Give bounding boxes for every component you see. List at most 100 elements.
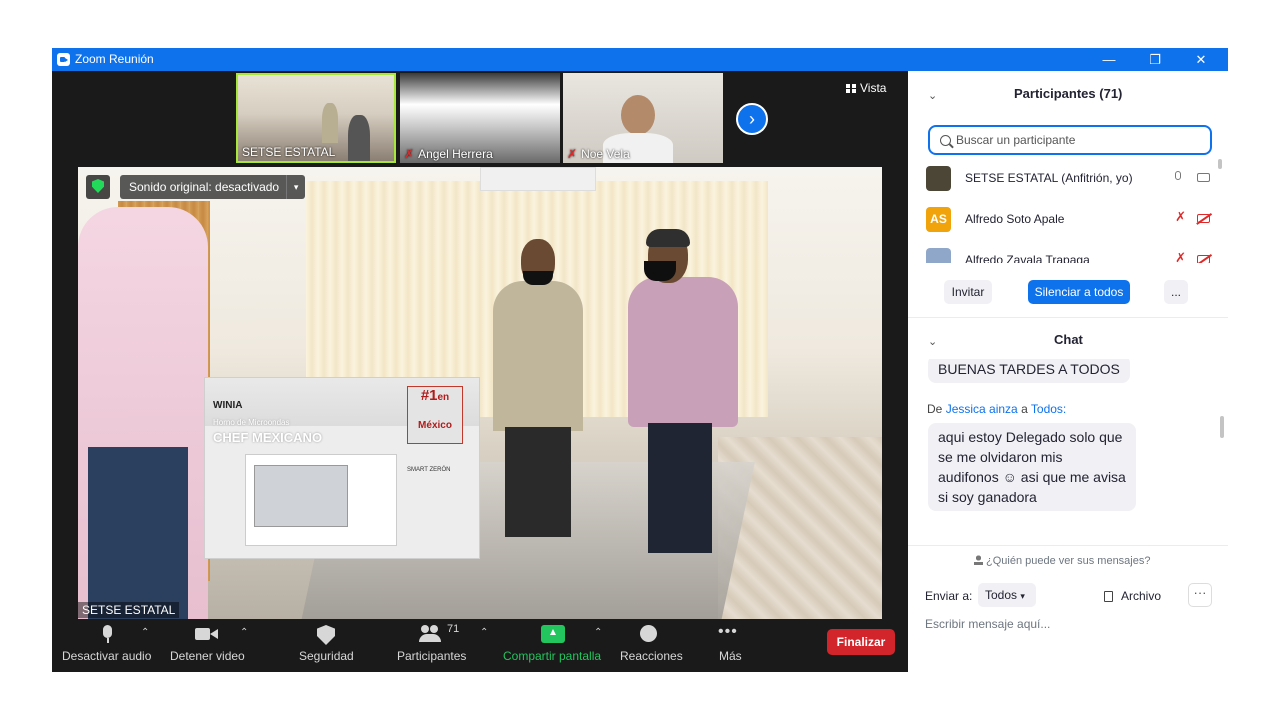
grid-view-icon [846,84,856,93]
invite-button[interactable]: Invitar [944,280,992,304]
close-button[interactable]: ✕ [1178,48,1224,71]
badge-en: en [437,392,450,403]
participants-count: 71 [447,623,460,635]
from-prefix: De [927,402,943,416]
participants-scrollbar[interactable] [1218,159,1222,169]
shield-icon [315,625,337,643]
video-off-icon[interactable] [1197,255,1210,263]
video-camera-icon [195,625,218,643]
restore-button[interactable]: ❐ [1132,48,1178,71]
people-icon [419,625,441,643]
box-badge: #1en México [407,386,463,444]
participant-list: SETSE ESTATAL (Anfitrión, yo) AS Alfredo… [908,161,1218,263]
avatar: AS [926,207,951,232]
chevron-down-icon: ▾ [1020,591,1025,601]
tile-name-row: ✗ Noe Vela [567,147,630,161]
next-page-button[interactable]: › [736,103,768,135]
person-right [608,229,748,553]
chat-divider [908,545,1228,546]
mute-label: Desactivar audio [62,649,152,663]
who-can-see-link[interactable]: ¿Quién puede ver sus mensajes? [974,555,1150,567]
main-video: WINIA Horno de Microondas CHEF MEXICANO … [78,167,882,619]
microphone-icon [97,625,119,643]
who-can-see-label: ¿Quién puede ver sus mensajes? [986,555,1151,567]
view-label: Vista [860,81,887,95]
chat-message: aqui estoy Delegado solo que se me olvid… [928,423,1136,511]
video-tile-setse-estatal[interactable]: SETSE ESTATAL [236,73,396,163]
collapse-participants-icon[interactable]: ⌄ [928,89,937,102]
participant-row[interactable]: SETSE ESTATAL (Anfitrión, yo) [926,165,1216,193]
send-to-label: Enviar a: [925,589,973,603]
view-button[interactable]: Vista [846,81,886,95]
chat-sender[interactable]: Jessica ainza [946,402,1018,416]
more-label: Más [719,649,742,663]
search-placeholder: Buscar un participante [956,133,1076,147]
active-speaker-name: SETSE ESTATAL [78,602,180,618]
send-to-select[interactable]: Todos ▾ [978,583,1036,607]
participant-row[interactable]: Alfredo Zavala Trapaga ✗ [926,247,1216,263]
search-icon [940,135,951,146]
participants-more-button[interactable]: ... [1164,280,1188,304]
video-off-icon[interactable] [1197,214,1210,223]
encryption-badge[interactable] [86,175,110,199]
reactions-label: Reacciones [620,649,683,663]
video-label: Detener video [170,649,245,663]
ellipsis-icon: ••• [718,623,738,640]
minimize-button[interactable]: — [1086,48,1132,71]
video-tile-noe-vela[interactable]: ✗ Noe Vela [563,73,723,163]
chat-scrollbar[interactable] [1220,416,1224,438]
chat-sender-line: De Jessica ainza a Todos: [927,402,1066,416]
person-center [493,239,583,537]
microwave-box: WINIA Horno de Microondas CHEF MEXICANO … [204,377,480,559]
chat-recipient[interactable]: Todos: [1031,402,1066,416]
muted-mic-icon: ✗ [567,147,578,161]
message-line: audifonos ☺ asi que me avisa [938,469,1126,485]
share-label: Compartir pantalla [503,649,602,663]
share-options-caret-icon[interactable]: ⌃ [594,627,602,638]
muted-mic-icon[interactable]: ✗ [1175,250,1186,263]
meeting-toolbar: ⌃ Desactivar audio ⌃ Detener video Segur… [52,619,908,672]
end-meeting-button[interactable]: Finalizar [827,629,895,655]
meeting-area: SETSE ESTATAL ✗ Angel Herrera ✗ Noe Vela ›… [52,71,908,672]
to-word: a [1021,402,1028,416]
chat-more-button[interactable]: ··· [1188,583,1212,607]
title-bar: Zoom Reunión — ❐ ✕ [52,48,1228,71]
chevron-down-icon[interactable]: ▾ [286,175,305,199]
zoom-window: Zoom Reunión — ❐ ✕ SETSE ESTATAL ✗ Angel … [52,48,1228,672]
original-sound-toggle[interactable]: Sonido original: desactivado ▾ [120,175,306,199]
tile-name: Angel Herrera [418,147,493,161]
collapse-chat-icon[interactable]: ⌄ [928,335,937,348]
microphone-icon[interactable] [1174,171,1182,183]
video-camera-icon[interactable] [1197,173,1210,182]
video-options-caret-icon[interactable]: ⌃ [240,627,248,638]
security-label: Seguridad [299,649,354,663]
chevron-right-icon: › [749,109,755,129]
microwave-image [245,454,397,546]
muted-mic-icon[interactable]: ✗ [1175,209,1186,225]
air-conditioner [480,167,596,191]
mute-all-button[interactable]: Silenciar a todos [1028,280,1130,304]
participants-label: Participantes [397,649,467,663]
participants-options-caret-icon[interactable]: ⌃ [480,627,488,638]
side-panel: ⌄ Participantes (71) Buscar un participa… [908,71,1228,672]
file-button[interactable]: Archivo [1104,589,1161,603]
box-feature: SMART ZERÓN [407,467,451,473]
original-sound-label: Sonido original: desactivado [129,180,280,194]
chat-message: BUENAS TARDES A TODOS [928,359,1130,383]
tile-name: Noe Vela [581,147,630,161]
video-tile-angel-herrera[interactable]: ✗ Angel Herrera [400,73,560,163]
window-title: Zoom Reunión [75,52,154,66]
message-line: se me olvidaron mis [938,449,1063,465]
participant-row[interactable]: AS Alfredo Soto Apale ✗ [926,206,1216,234]
box-model: CHEF MEXICANO [213,430,323,445]
message-line: aqui estoy Delegado solo que [938,429,1123,445]
share-screen-icon [541,625,565,643]
tile-name: SETSE ESTATAL [242,145,336,159]
chat-message-input[interactable]: Escribir mensaje aquí... [925,617,1050,631]
participant-name: Alfredo Zavala Trapaga [965,253,1090,263]
box-subtitle: Horno de Microondas [213,418,290,427]
muted-mic-icon: ✗ [404,147,415,161]
audio-options-caret-icon[interactable]: ⌃ [141,627,149,638]
participant-search-input[interactable]: Buscar un participante [928,125,1212,155]
box-brand: WINIA [213,400,243,411]
